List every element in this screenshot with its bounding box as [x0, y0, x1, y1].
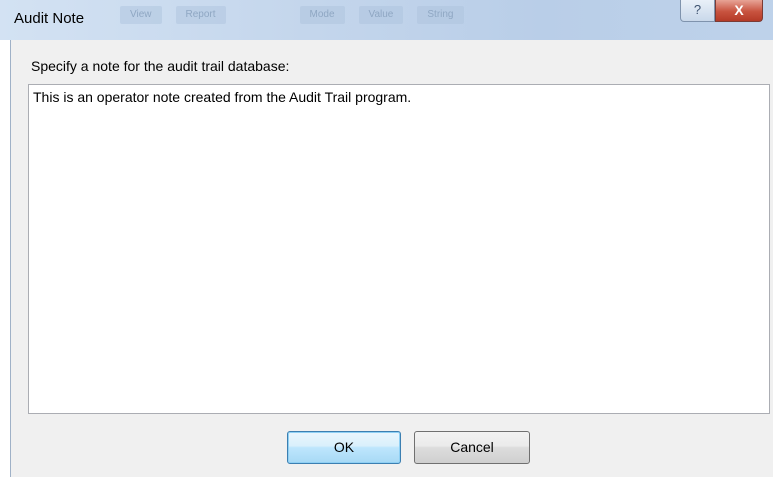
background-window-tabs: View Report Mode Value String [120, 6, 478, 28]
help-icon: ? [693, 2, 702, 17]
background-tab: String [417, 6, 464, 24]
dialog-title: Audit Note [14, 10, 85, 27]
background-tab: Mode [299, 6, 345, 24]
audit-note-dialog: Audit Note View Report Mode Value String… [0, 0, 773, 477]
background-tab: Report [175, 6, 226, 24]
background-tab: View [120, 6, 162, 24]
ok-button[interactable]: OK [287, 431, 401, 464]
note-prompt-label: Specify a note for the audit trail datab… [31, 58, 290, 74]
close-button[interactable]: X [715, 0, 763, 22]
close-icon: X [734, 2, 744, 18]
cancel-button[interactable]: Cancel [414, 431, 530, 464]
help-button[interactable]: ? [680, 0, 715, 22]
title-bar[interactable]: Audit Note View Report Mode Value String… [0, 0, 773, 40]
dialog-client-area: Specify a note for the audit trail datab… [10, 40, 773, 477]
note-textarea[interactable]: This is an operator note created from th… [28, 84, 770, 414]
background-tab: Value [358, 6, 404, 24]
